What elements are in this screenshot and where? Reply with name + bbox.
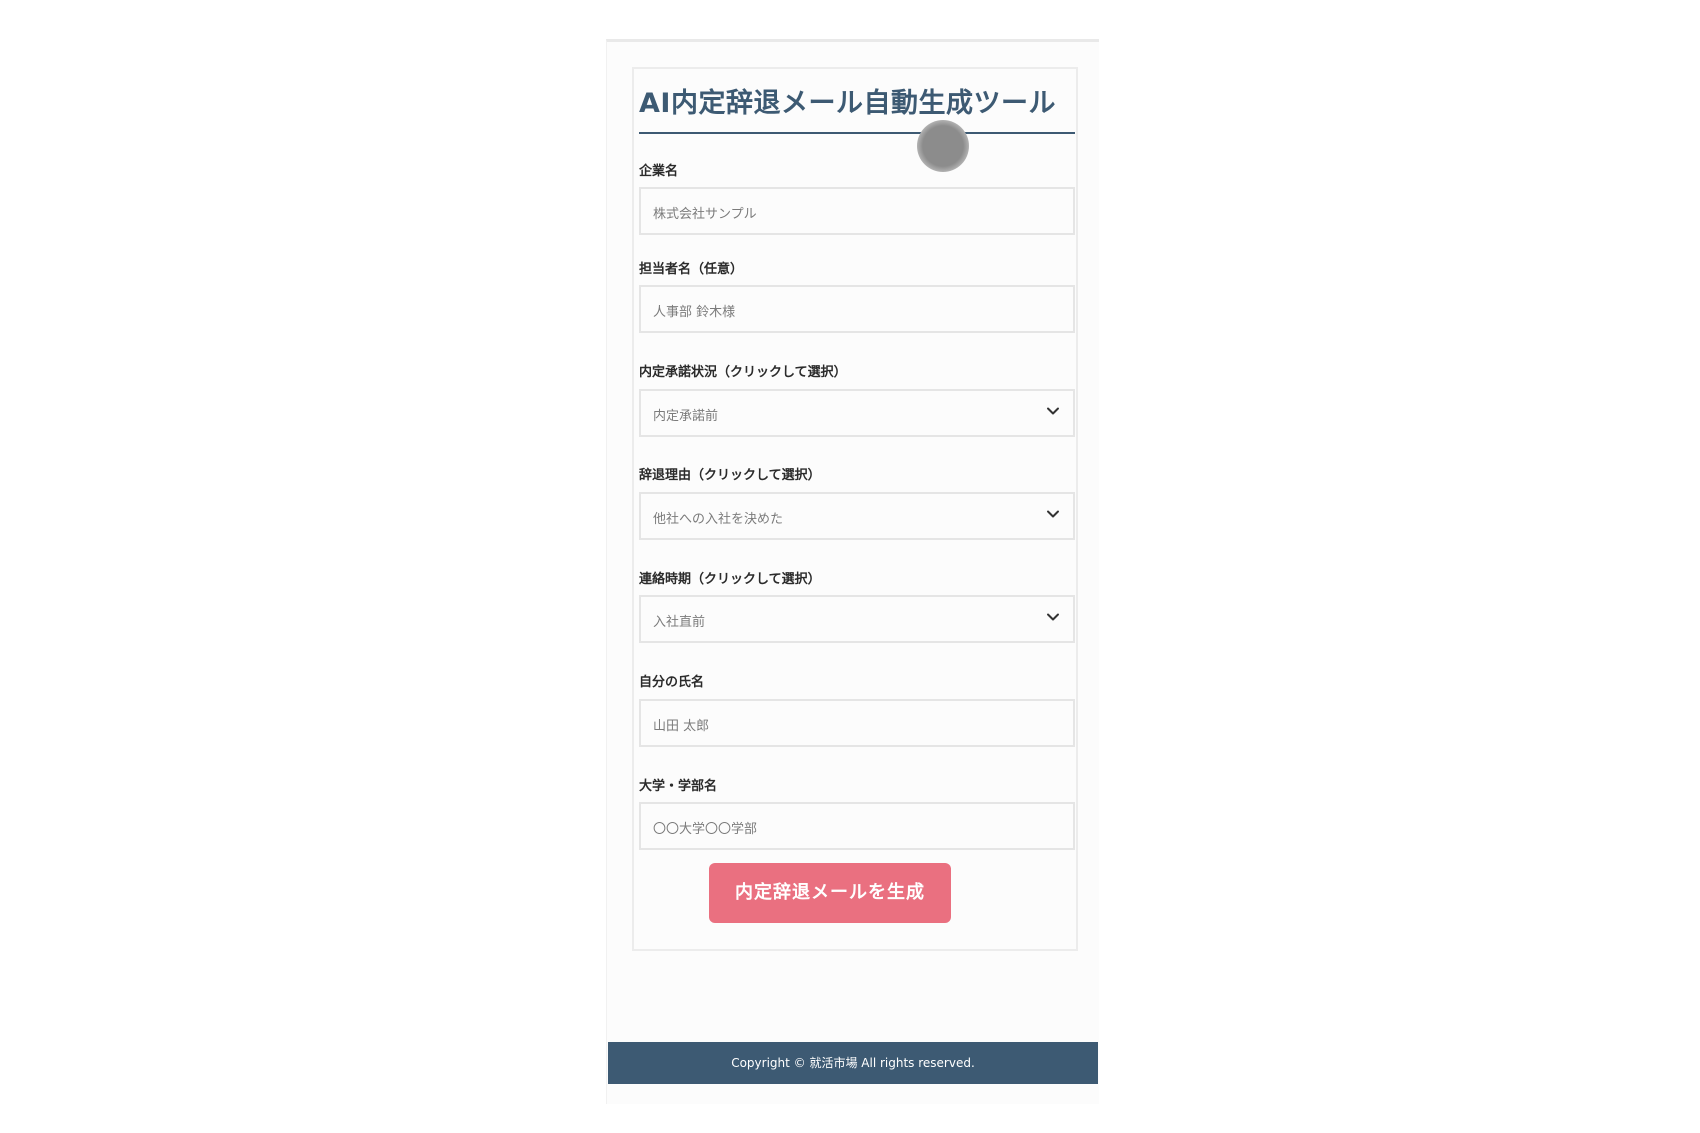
name-input[interactable]: 山田 太郎 xyxy=(639,699,1075,747)
timing-label: 連絡時期（クリックして選択） xyxy=(639,572,821,587)
chevron-down-icon xyxy=(1047,407,1059,415)
reason-label: 辞退理由（クリックして選択） xyxy=(639,468,821,483)
timing-select[interactable]: 入社直前 xyxy=(639,595,1075,643)
generate-email-button[interactable]: 内定辞退メールを生成 xyxy=(709,863,951,923)
title-underline xyxy=(639,132,1075,134)
footer-copyright: Copyright © 就活市場 All rights reserved. xyxy=(608,1042,1098,1084)
company-input[interactable]: 株式会社サンプル xyxy=(639,187,1075,235)
page-title: AI内定辞退メール自動生成ツール xyxy=(639,88,1056,119)
reason-selected-value: 他社への入社を決めた xyxy=(653,512,784,527)
contact-label: 担当者名（任意） xyxy=(639,262,744,277)
contact-placeholder: 人事部 鈴木様 xyxy=(653,305,736,320)
chevron-down-icon xyxy=(1047,510,1059,518)
reason-select[interactable]: 他社への入社を決めた xyxy=(639,492,1075,540)
company-placeholder: 株式会社サンプル xyxy=(653,207,757,222)
name-label: 自分の氏名 xyxy=(639,675,705,690)
university-label: 大学・学部名 xyxy=(639,779,718,794)
company-label: 企業名 xyxy=(639,164,679,179)
form-card: AI内定辞退メール自動生成ツール 企業名 株式会社サンプル 担当者名（任意） 人… xyxy=(632,67,1078,951)
status-select[interactable]: 内定承諾前 xyxy=(639,389,1075,437)
university-input[interactable]: 〇〇大学〇〇学部 xyxy=(639,802,1075,850)
chevron-down-icon xyxy=(1047,613,1059,621)
status-selected-value: 内定承諾前 xyxy=(653,409,719,424)
timing-selected-value: 入社直前 xyxy=(653,615,706,630)
university-placeholder: 〇〇大学〇〇学部 xyxy=(653,822,758,837)
touch-pointer-icon xyxy=(917,120,969,172)
name-placeholder: 山田 太郎 xyxy=(653,719,710,734)
phone-frame: AI内定辞退メール自動生成ツール 企業名 株式会社サンプル 担当者名（任意） 人… xyxy=(606,39,1099,1104)
status-label: 内定承諾状況（クリックして選択） xyxy=(639,365,847,380)
contact-input[interactable]: 人事部 鈴木様 xyxy=(639,285,1075,333)
